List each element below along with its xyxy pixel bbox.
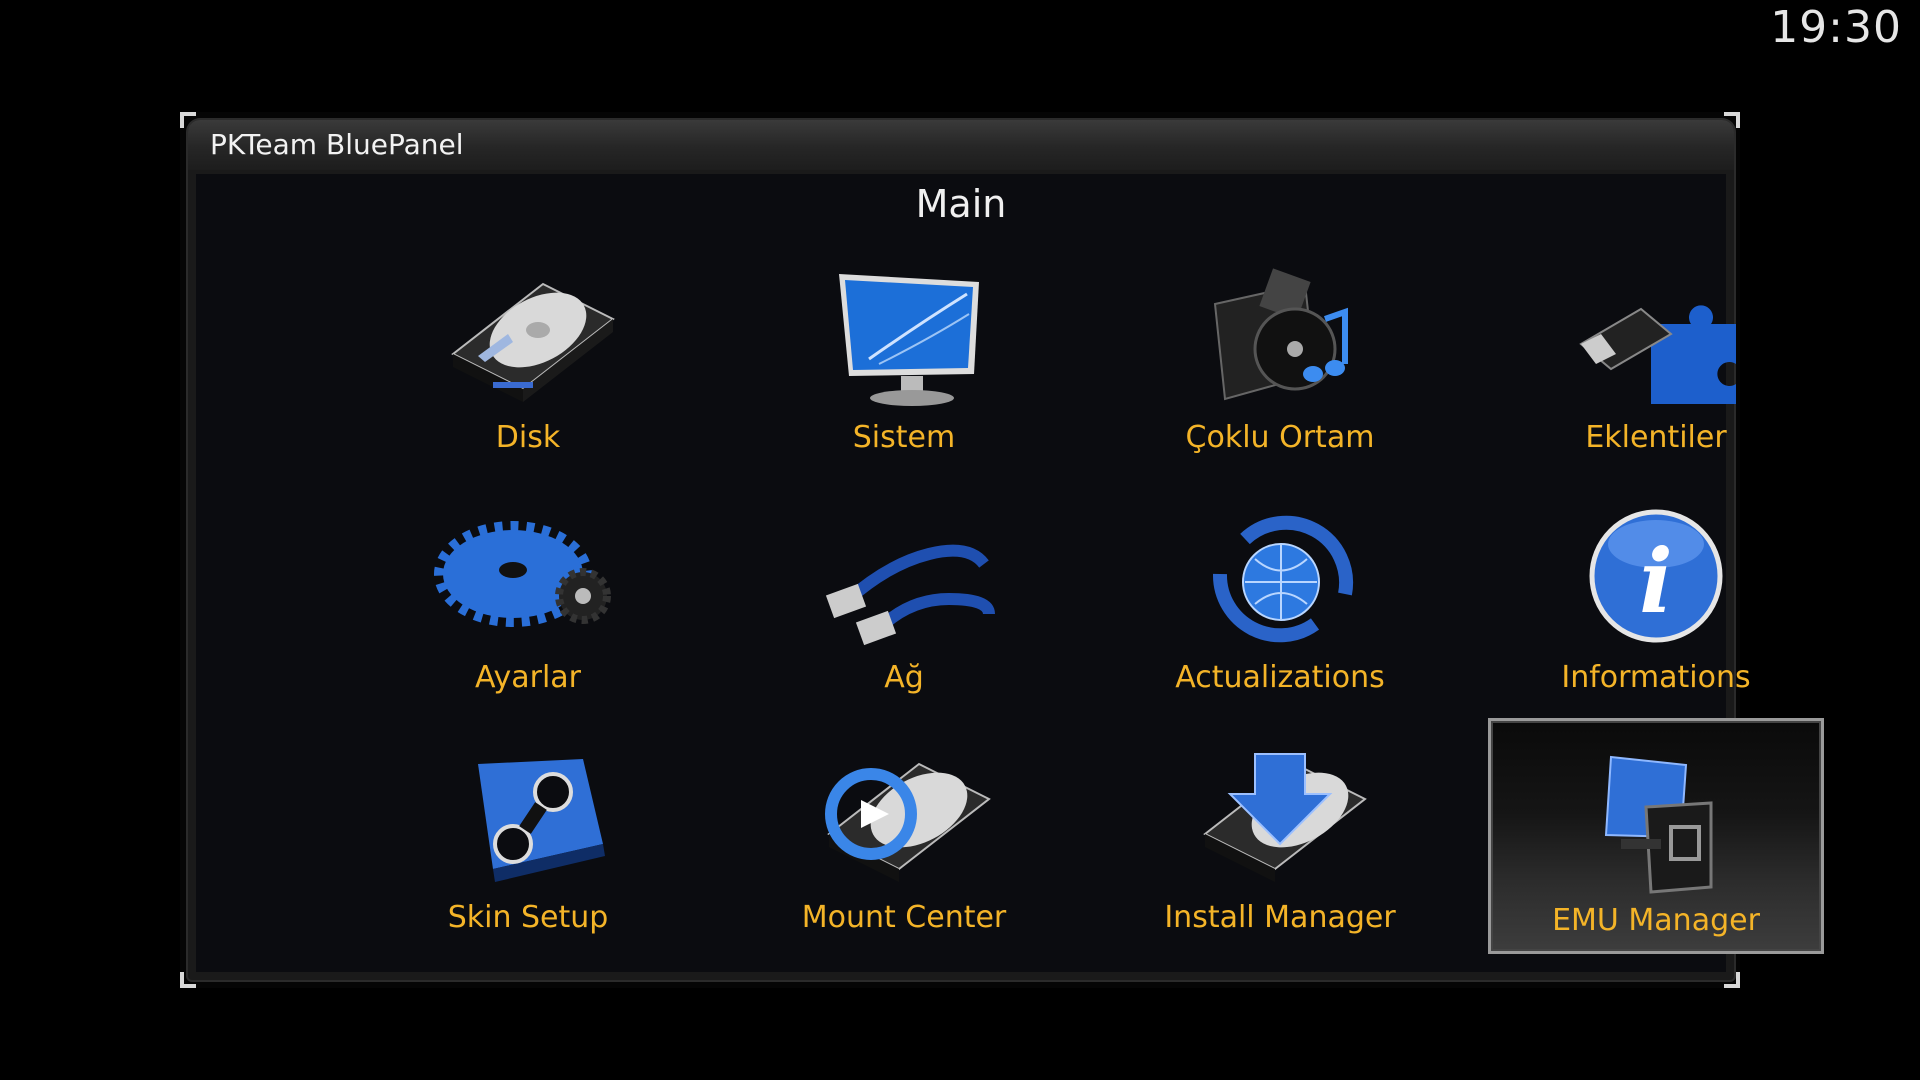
multimedia-icon <box>1213 268 1348 401</box>
info-icon: i <box>1589 509 1723 643</box>
menu-item-label: Skin Setup <box>447 900 609 935</box>
menu-item-install-manager[interactable]: Install Manager <box>1112 718 1448 954</box>
menu-item-label: Eklentiler <box>1585 420 1727 455</box>
menu-item-label: Actualizations <box>1175 660 1385 695</box>
update-globe-icon <box>1212 515 1354 643</box>
page-title: Main <box>915 182 1007 226</box>
svg-text:i: i <box>1639 529 1672 633</box>
menu-item-ag[interactable]: Ağ <box>736 478 1072 714</box>
menu-item-label: Install Manager <box>1164 900 1396 935</box>
bluepanel-window: PKTeam BluePanel Main Disk Sistem Çoklu … <box>188 120 1824 980</box>
menu-item-informations[interactable]: i Informations <box>1488 478 1824 714</box>
menu-item-eklentiler[interactable]: Eklentiler <box>1488 238 1824 474</box>
menu-item-emu-manager[interactable]: EMU Manager <box>1488 718 1824 954</box>
menu-item-label: EMU Manager <box>1552 903 1760 938</box>
main-panel: Main Disk Sistem Çoklu Ortam Eklentiler … <box>196 174 1824 972</box>
monitor-icon <box>839 274 979 406</box>
menu-item-label: Disk <box>495 420 561 455</box>
menu-item-sistem[interactable]: Sistem <box>736 238 1072 474</box>
install-disk-icon <box>1203 753 1367 882</box>
gear-icon <box>434 521 611 627</box>
mount-disk-icon <box>825 762 991 882</box>
menu-item-label: Ayarlar <box>474 660 581 695</box>
emu-icon <box>1604 755 1713 894</box>
clock: 19:30 <box>1770 2 1902 53</box>
menu-item-actualizations[interactable]: Actualizations <box>1112 478 1448 714</box>
menu-item-label: Çoklu Ortam <box>1185 420 1375 455</box>
network-cable-icon <box>825 544 995 646</box>
hard-disk-icon <box>451 282 615 402</box>
menu-item-label: Sistem <box>852 420 956 455</box>
menu-item-label: Mount Center <box>801 900 1007 935</box>
plugin-usb-icon <box>1579 305 1736 404</box>
menu-item-label: Ağ <box>884 660 924 695</box>
menu-item-skin-setup[interactable]: Skin Setup <box>360 718 696 954</box>
menu-item-disk[interactable]: Disk <box>360 238 696 474</box>
menu-item-ayarlar[interactable]: Ayarlar <box>360 478 696 714</box>
menu-item-mount-center[interactable]: Mount Center <box>736 718 1072 954</box>
window-title: PKTeam BluePanel <box>188 120 1734 170</box>
menu-item-coklu-ortam[interactable]: Çoklu Ortam <box>1112 238 1448 474</box>
skin-icon <box>478 759 605 882</box>
menu-item-label: Informations <box>1561 660 1751 695</box>
